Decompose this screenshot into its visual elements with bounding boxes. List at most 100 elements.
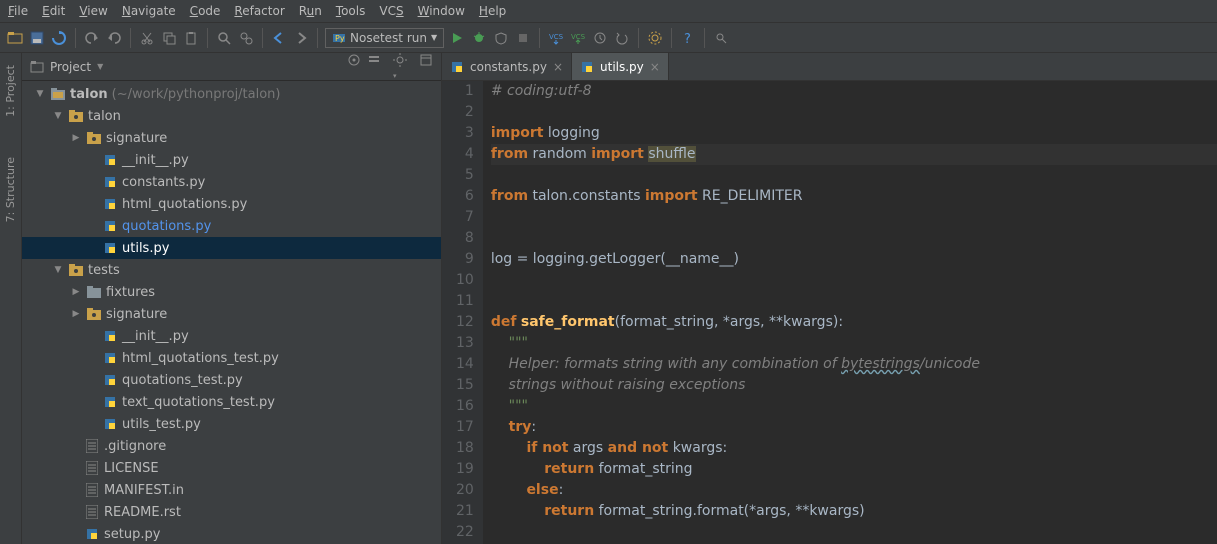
tool-project-button[interactable]: 1: Project [4, 65, 17, 117]
tree-file[interactable]: README.rst [22, 501, 441, 523]
python-file-icon [102, 394, 118, 410]
tree-file[interactable]: MANIFEST.in [22, 479, 441, 501]
python-file-icon [102, 416, 118, 432]
python-file-icon [580, 60, 594, 74]
menu-navigate[interactable]: Navigate [122, 4, 176, 18]
tree-file[interactable]: LICENSE [22, 457, 441, 479]
copy-icon[interactable] [160, 29, 178, 47]
python-file-icon [84, 526, 100, 542]
project-tree[interactable]: ▼ talon (~/work/pythonproj/talon) ▼ talo… [22, 81, 441, 544]
menu-window[interactable]: Window [418, 4, 465, 18]
editor-body[interactable]: 12345678910111213141516171819202122 # co… [442, 81, 1217, 544]
tree-pkg-tests[interactable]: ▼ tests [22, 259, 441, 281]
svg-text:VCS: VCS [549, 33, 563, 41]
menu-vcs[interactable]: VCS [379, 4, 403, 18]
cut-icon[interactable] [138, 29, 156, 47]
svg-text:Py: Py [335, 34, 345, 43]
tree-pkg-talon[interactable]: ▼ talon [22, 105, 441, 127]
menu-help[interactable]: Help [479, 4, 506, 18]
run-icon[interactable] [448, 29, 466, 47]
python-file-icon [102, 350, 118, 366]
tree-pkg-signature[interactable]: ▶ signature [22, 127, 441, 149]
vcs-history-icon[interactable] [591, 29, 609, 47]
project-view-icon [30, 60, 44, 74]
tree-file[interactable]: constants.py [22, 171, 441, 193]
folder-icon [86, 284, 102, 300]
python-file-icon [450, 60, 464, 74]
python-file-icon [84, 482, 100, 498]
panel-view-chevron-icon[interactable]: ▼ [97, 62, 103, 71]
svg-text:?: ? [684, 32, 691, 45]
toolbar: Py Nosetest run ▼ VCS VCS ? [0, 23, 1217, 53]
vcs-revert-icon[interactable] [613, 29, 631, 47]
python-file-icon [102, 328, 118, 344]
back-icon[interactable] [270, 29, 288, 47]
menu-run[interactable]: Run [299, 4, 322, 18]
tree-file[interactable]: utils_test.py [22, 413, 441, 435]
tree-file[interactable]: text_quotations_test.py [22, 391, 441, 413]
collapse-all-icon[interactable] [367, 53, 381, 81]
close-tab-icon[interactable]: × [553, 60, 563, 74]
python-file-icon [102, 196, 118, 212]
paste-icon[interactable] [182, 29, 200, 47]
menu-code[interactable]: Code [190, 4, 221, 18]
replace-icon[interactable] [237, 29, 255, 47]
code-area[interactable]: # coding:utf-8 import loggingfrom random… [483, 81, 1217, 544]
redo-icon[interactable] [105, 29, 123, 47]
menu-edit[interactable]: Edit [42, 4, 65, 18]
tree-file[interactable]: utils.py [22, 237, 441, 259]
tree-file[interactable]: __init__.py [22, 149, 441, 171]
tree-file[interactable]: setup.py [22, 523, 441, 544]
tree-pkg-tests-signature[interactable]: ▶ signature [22, 303, 441, 325]
debug-icon[interactable] [470, 29, 488, 47]
open-icon[interactable] [6, 29, 24, 47]
editor-tabs: constants.py × utils.py × [442, 53, 1217, 81]
python-file-icon [102, 240, 118, 256]
tree-file[interactable]: quotations_test.py [22, 369, 441, 391]
package-icon [68, 108, 84, 124]
run-config-selector[interactable]: Py Nosetest run ▼ [325, 28, 444, 48]
coverage-icon[interactable] [492, 29, 510, 47]
tree-file[interactable]: __init__.py [22, 325, 441, 347]
python-file-icon [102, 372, 118, 388]
panel-settings-icon[interactable]: ▾ [393, 53, 407, 81]
find-icon[interactable] [215, 29, 233, 47]
editor: constants.py × utils.py × 12345678910111… [442, 53, 1217, 544]
save-icon[interactable] [28, 29, 46, 47]
tree-folder-fixtures[interactable]: ▶ fixtures [22, 281, 441, 303]
menu-tools[interactable]: Tools [336, 4, 366, 18]
vcs-update-icon[interactable]: VCS [547, 29, 565, 47]
tree-file[interactable]: html_quotations.py [22, 193, 441, 215]
tool-structure-button[interactable]: 7: Structure [4, 157, 17, 222]
panel-title: Project [50, 60, 91, 74]
package-icon [68, 262, 84, 278]
refresh-icon[interactable] [50, 29, 68, 47]
python-file-icon [84, 460, 100, 476]
settings-icon[interactable] [646, 29, 664, 47]
tree-file[interactable]: .gitignore [22, 435, 441, 457]
close-tab-icon[interactable]: × [650, 60, 660, 74]
tree-file[interactable]: html_quotations_test.py [22, 347, 441, 369]
package-icon [86, 130, 102, 146]
menu-file[interactable]: File [8, 4, 28, 18]
python-file-icon [84, 438, 100, 454]
scroll-from-source-icon[interactable] [347, 53, 361, 81]
editor-tab[interactable]: utils.py × [572, 53, 669, 80]
python-file-icon [102, 152, 118, 168]
search-everywhere-icon[interactable] [712, 29, 730, 47]
vcs-commit-icon[interactable]: VCS [569, 29, 587, 47]
tree-root[interactable]: ▼ talon (~/work/pythonproj/talon) [22, 83, 441, 105]
tree-file[interactable]: quotations.py [22, 215, 441, 237]
menu-view[interactable]: View [79, 4, 107, 18]
package-icon [86, 306, 102, 322]
help-icon[interactable]: ? [679, 29, 697, 47]
python-file-icon [102, 174, 118, 190]
hide-panel-icon[interactable] [419, 53, 433, 81]
project-panel: Project ▼ ▾ ▼ talon (~/work/pythonproj/t… [22, 53, 442, 544]
menu-refactor[interactable]: Refactor [234, 4, 284, 18]
stop-icon[interactable] [514, 29, 532, 47]
undo-icon[interactable] [83, 29, 101, 47]
editor-tab[interactable]: constants.py × [442, 53, 572, 80]
folder-icon [50, 86, 66, 102]
forward-icon[interactable] [292, 29, 310, 47]
